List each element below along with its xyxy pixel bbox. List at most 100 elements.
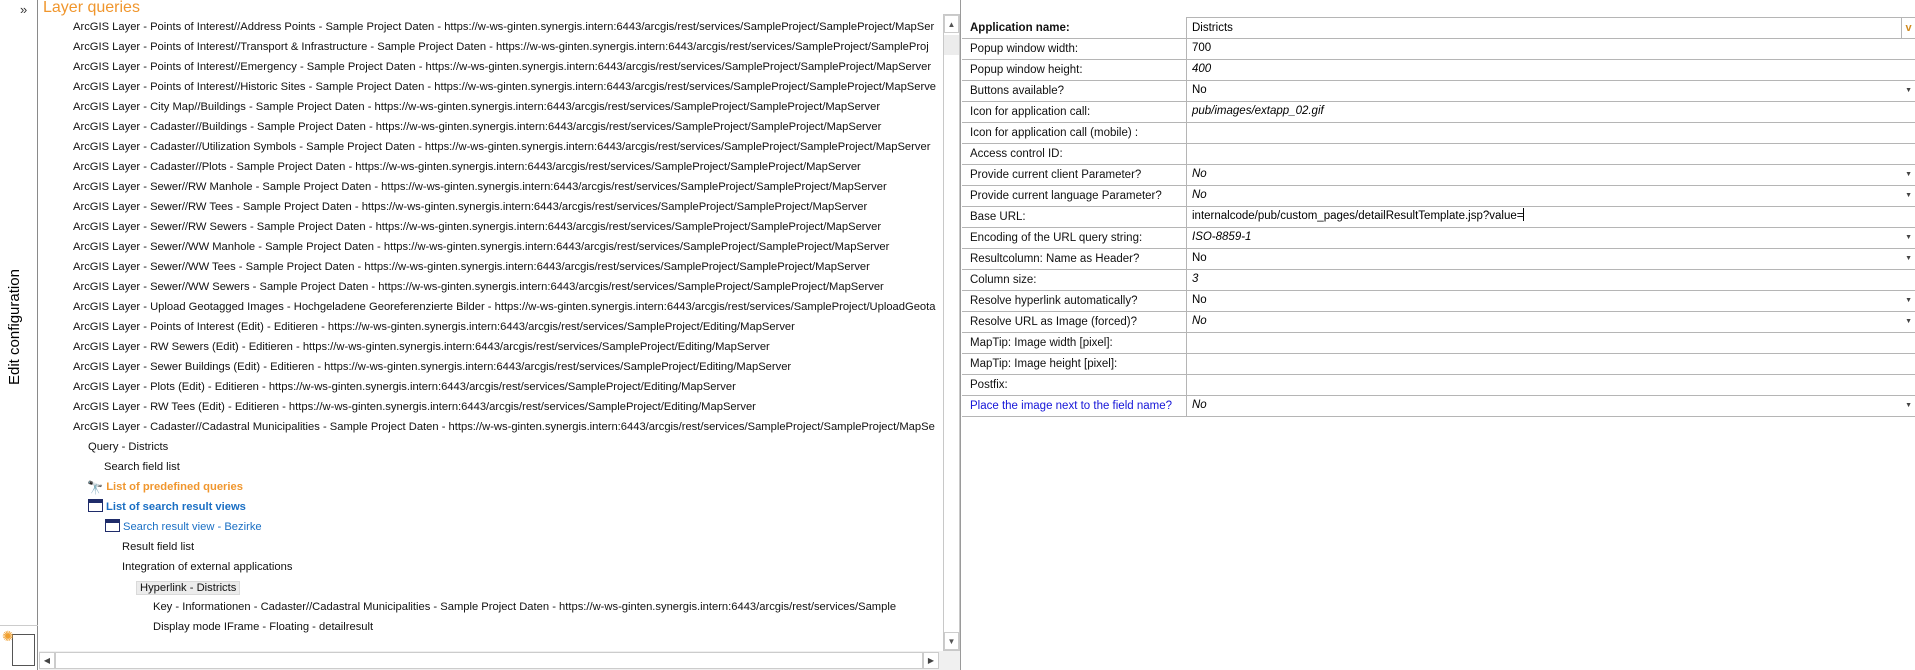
binoculars-icon: 🔭 <box>87 480 104 495</box>
property-value-field[interactable] <box>1186 374 1915 396</box>
tree-item-search-result-view[interactable]: Search result view - Bezirke <box>105 517 262 537</box>
property-value-field[interactable]: pub/images/extapp_02.gif <box>1186 101 1915 123</box>
tree-item-integration[interactable]: Integration of external applications <box>122 557 292 577</box>
property-label: Base URL: <box>970 211 1026 223</box>
property-value-field[interactable] <box>1186 122 1915 144</box>
tree-item-layer[interactable]: ArcGIS Layer - Sewer//WW Tees - Sample P… <box>73 257 870 277</box>
tree-item-predefined-queries[interactable]: 🔭 List of predefined queries <box>87 477 243 497</box>
property-value: ISO-8859-1 <box>1192 231 1252 243</box>
property-value-field[interactable] <box>1186 143 1915 165</box>
scroll-thumb[interactable] <box>944 35 959 55</box>
horizontal-scrollbar[interactable]: ◀ ▶ <box>39 651 960 670</box>
dropdown-arrow-icon[interactable]: ▼ <box>1905 248 1912 269</box>
property-row: Encoding of the URL query string: ISO-885… <box>962 227 1915 249</box>
property-label: MapTip: Image width [pixel]: <box>970 337 1113 349</box>
property-row: MapTip: Image width [pixel]: <box>962 332 1915 354</box>
property-value-field[interactable]: No ▼ <box>1186 395 1915 417</box>
property-value-field[interactable]: No ▼ <box>1186 248 1915 270</box>
property-value-field[interactable] <box>1186 353 1915 375</box>
property-value-field[interactable]: 700 <box>1186 38 1915 60</box>
property-value: No <box>1192 315 1207 327</box>
tree-item-layer[interactable]: ArcGIS Layer - Sewer//RW Manhole - Sampl… <box>73 177 887 197</box>
tree-item-layer[interactable]: ArcGIS Layer - Sewer//RW Tees - Sample P… <box>73 197 867 217</box>
tree-item-layer[interactable]: ArcGIS Layer - Cadaster//Utilization Sym… <box>73 137 930 157</box>
property-label: Icon for application call: <box>970 106 1091 118</box>
property-row: Column size: 3 <box>962 269 1915 291</box>
property-label: Resolve URL as Image (forced)? <box>970 316 1138 328</box>
tree-item-layer[interactable]: ArcGIS Layer - Plots (Edit) - Editieren … <box>73 377 736 397</box>
property-value-field[interactable]: 400 <box>1186 59 1915 81</box>
dropdown-arrow-icon[interactable]: ▼ <box>1905 164 1912 185</box>
scroll-down-icon[interactable]: ▼ <box>944 632 959 650</box>
property-value-field[interactable]: No ▼ <box>1186 164 1915 186</box>
scroll-thumb[interactable] <box>55 652 923 669</box>
scroll-right-icon[interactable]: ▶ <box>923 652 939 669</box>
tree-item-layer[interactable]: ArcGIS Layer - Points of Interest//Trans… <box>73 37 929 57</box>
tree-item-label: Search result view - Bezirke <box>123 521 262 533</box>
dropdown-arrow-icon[interactable]: ▼ <box>1905 227 1912 248</box>
property-label: Buttons available? <box>970 85 1064 97</box>
tree-item-layer[interactable]: ArcGIS Layer - RW Tees (Edit) - Editiere… <box>73 397 756 417</box>
panel-title: Layer queries <box>43 0 140 16</box>
property-label: Icon for application call (mobile) : <box>970 127 1139 139</box>
tree-item-layer[interactable]: ArcGIS Layer - Cadaster//Buildings - Sam… <box>73 117 881 137</box>
vertical-scrollbar[interactable]: ▲ ▼ <box>943 14 960 651</box>
property-value: internalcode/pub/custom_pages/detailResu… <box>1192 210 1524 222</box>
property-row: Provide current language Parameter? No ▼ <box>962 185 1915 207</box>
tree-item-search-field-list[interactable]: Search field list <box>104 457 180 477</box>
dropdown-arrow-icon[interactable]: ▼ <box>1905 311 1912 332</box>
dropdown-arrow-icon[interactable]: ▼ <box>1905 395 1912 416</box>
property-label: Resolve hyperlink automatically? <box>970 295 1138 307</box>
property-row: Base URL: internalcode/pub/custom_pages/d… <box>962 206 1915 228</box>
tree-item-layer[interactable]: ArcGIS Layer - Points of Interest//Histo… <box>73 77 936 97</box>
dropdown-arrow-icon[interactable]: ▼ <box>1905 290 1912 311</box>
property-value: No <box>1192 168 1207 180</box>
dropdown-arrow-icon[interactable]: ▼ <box>1905 80 1912 101</box>
property-value-field[interactable]: No ▼ <box>1186 185 1915 207</box>
property-value-field[interactable]: No ▼ <box>1186 311 1915 333</box>
tree-item-layer[interactable]: ArcGIS Layer - Sewer//WW Sewers - Sample… <box>73 277 884 297</box>
property-value-field[interactable]: No ▼ <box>1186 290 1915 312</box>
table-icon <box>105 519 120 532</box>
tree-item-layer[interactable]: ArcGIS Layer - City Map//Buildings - Sam… <box>73 97 880 117</box>
tree-item-search-result-views[interactable]: List of search result views <box>88 497 246 517</box>
property-value-field[interactable]: internalcode/pub/custom_pages/detailResu… <box>1186 206 1915 228</box>
tree-item-layer[interactable]: ArcGIS Layer - Sewer//RW Sewers - Sample… <box>73 217 881 237</box>
dropdown-arrow-icon[interactable]: ▼ <box>1905 185 1912 206</box>
edit-configuration-tab[interactable]: Edit configuration <box>6 265 23 385</box>
table-icon <box>88 499 103 512</box>
tree-item-result-field-list[interactable]: Result field list <box>122 537 194 557</box>
property-label[interactable]: Place the image next to the field name? <box>970 396 1172 417</box>
variable-picker-button[interactable]: v <box>1901 18 1915 39</box>
tree-item-display-mode[interactable]: Display mode IFrame - Floating - detailr… <box>153 617 373 637</box>
tree-item-layer[interactable]: ArcGIS Layer - RW Sewers (Edit) - Editie… <box>73 337 770 357</box>
property-label: Provide current client Parameter? <box>970 169 1142 181</box>
tree-item-layer[interactable]: ArcGIS Layer - Points of Interest (Edit)… <box>73 317 795 337</box>
property-row: Access control ID: <box>962 143 1915 165</box>
tree-item-layer[interactable]: ArcGIS Layer - Cadaster//Cadastral Munic… <box>73 417 935 437</box>
scroll-up-icon[interactable]: ▲ <box>944 15 959 33</box>
property-value-field[interactable]: ISO-8859-1 ▼ <box>1186 227 1915 249</box>
expand-button[interactable]: » <box>20 2 27 17</box>
tree-item-key[interactable]: Key - Informationen - Cadaster//Cadastra… <box>153 597 896 617</box>
tree-item-layer[interactable]: ArcGIS Layer - Sewer//WW Manhole - Sampl… <box>73 237 889 257</box>
sidebar: » Edit configuration ✺ <box>0 0 38 670</box>
property-value-field[interactable]: Districts v <box>1186 17 1915 39</box>
tree-item-layer[interactable]: ArcGIS Layer - Points of Interest//Emerg… <box>73 57 931 77</box>
property-label: Popup window width: <box>970 43 1079 55</box>
new-item-button[interactable] <box>12 634 35 666</box>
tree-item-label: List of predefined queries <box>106 481 243 493</box>
property-row: Resultcolumn: Name as Header? No ▼ <box>962 248 1915 270</box>
tree-item-layer[interactable]: ArcGIS Layer - Sewer Buildings (Edit) - … <box>73 357 791 377</box>
property-value-field[interactable]: No ▼ <box>1186 80 1915 102</box>
property-value-field[interactable]: 3 <box>1186 269 1915 291</box>
property-row: Popup window height: 400 <box>962 59 1915 81</box>
tree-item-layer[interactable]: ArcGIS Layer - Points of Interest//Addre… <box>73 17 934 37</box>
scroll-left-icon[interactable]: ◀ <box>39 652 55 669</box>
property-value-field[interactable] <box>1186 332 1915 354</box>
tree-item-layer[interactable]: ArcGIS Layer - Upload Geotagged Images -… <box>73 297 935 317</box>
tree-item-layer[interactable]: ArcGIS Layer - Cadaster//Plots - Sample … <box>73 157 861 177</box>
tree-item-query[interactable]: Query - Districts <box>88 437 168 457</box>
tree-item-hyperlink-selected[interactable]: Hyperlink - Districts <box>136 581 241 595</box>
property-value: No <box>1192 294 1207 306</box>
